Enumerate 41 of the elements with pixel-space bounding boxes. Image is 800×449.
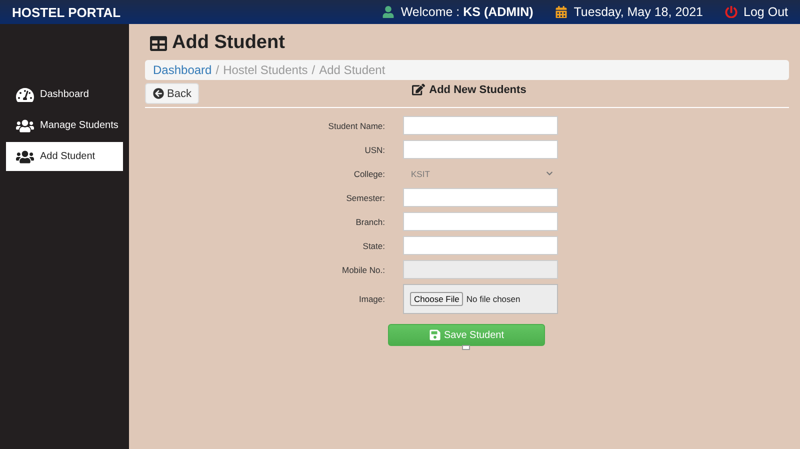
- field-label: USN:: [364, 144, 385, 154]
- field-label: State:: [362, 240, 385, 250]
- breadcrumb-separator: /: [216, 63, 220, 77]
- input-field[interactable]: [403, 116, 558, 135]
- users-icon: [16, 116, 34, 134]
- field-label: Mobile No.:: [342, 264, 385, 274]
- arrow-left-icon: [153, 88, 164, 99]
- choose-file-button[interactable]: Choose File: [410, 292, 464, 306]
- input-field[interactable]: [403, 212, 558, 231]
- edit-icon: [412, 83, 426, 96]
- breadcrumb-item: Hostel Students: [223, 63, 308, 77]
- field-label: Semester:: [346, 192, 385, 202]
- power-icon: [725, 6, 738, 18]
- field-label: Image:: [359, 294, 385, 304]
- breadcrumb-item: Add Student: [319, 63, 386, 77]
- gauge-icon: [16, 86, 34, 104]
- logout-link[interactable]: Log Out: [744, 5, 788, 19]
- users-icon: [16, 148, 34, 166]
- field-label: Student Name:: [328, 120, 385, 130]
- breadcrumb-link[interactable]: Dashboard: [153, 63, 212, 77]
- sidebar-item[interactable]: Add Student: [6, 142, 123, 171]
- input-field[interactable]: [403, 140, 558, 159]
- page-title: Add Student: [150, 32, 789, 54]
- checkbox[interactable]: [462, 345, 470, 350]
- brand-title: HOSTEL PORTAL: [12, 4, 122, 20]
- file-status: No file chosen: [466, 294, 520, 304]
- field-label: Branch:: [356, 216, 385, 226]
- breadcrumb-separator: /: [312, 63, 316, 77]
- input-field[interactable]: [403, 188, 558, 207]
- table-icon: [150, 34, 167, 52]
- date-text: Tuesday, May 18, 2021: [574, 5, 704, 19]
- sidebar-item[interactable]: Dashboard: [6, 80, 123, 109]
- calendar-icon: [555, 6, 568, 18]
- welcome-text: Welcome : KS (ADMIN): [400, 5, 534, 19]
- back-button[interactable]: Back: [145, 83, 200, 104]
- form-title: Add New Students: [429, 84, 526, 96]
- field-label: College:: [354, 168, 385, 178]
- sidebar-item[interactable]: Manage Students: [6, 111, 123, 140]
- user-icon: [382, 6, 395, 18]
- input-field[interactable]: [403, 236, 558, 255]
- chevron-down-icon: [546, 170, 553, 177]
